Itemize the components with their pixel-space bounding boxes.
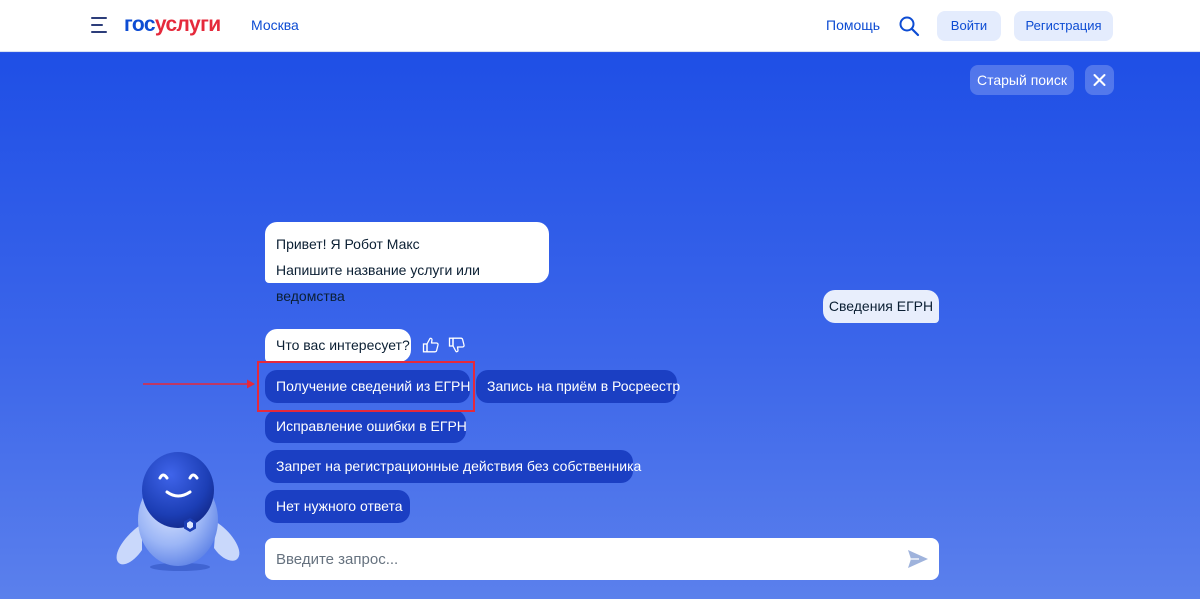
robot-avatar bbox=[116, 452, 240, 571]
option-egrn-error-fix[interactable]: Исправление ошибки в ЕГРН bbox=[265, 410, 467, 443]
close-button[interactable] bbox=[1085, 65, 1114, 95]
close-icon bbox=[1093, 74, 1106, 86]
query-input-box bbox=[265, 538, 939, 580]
menu-icon[interactable] bbox=[91, 17, 109, 33]
arrow-annotation bbox=[143, 379, 255, 389]
option-no-answer[interactable]: Нет нужного ответа bbox=[265, 490, 410, 523]
bot-greeting-line2: Напишите название услуги или ведомства bbox=[276, 262, 480, 304]
bot-greeting-line1: Привет! Я Робот Макс bbox=[276, 236, 420, 252]
option-registration-ban[interactable]: Запрет на регистрационные действия без с… bbox=[265, 450, 641, 483]
gosuslugi-logo[interactable]: госуслуги bbox=[124, 11, 221, 39]
thumbs-up-icon[interactable] bbox=[422, 336, 440, 354]
old-search-button[interactable]: Старый поиск bbox=[970, 65, 1074, 95]
chat-area: Старый поиск Привет! Я Робот Макс Напиши… bbox=[0, 53, 1200, 599]
register-button[interactable]: Регистрация bbox=[1014, 11, 1113, 41]
query-input[interactable] bbox=[265, 538, 885, 580]
search-icon[interactable] bbox=[898, 15, 920, 37]
thumbs-down-icon[interactable] bbox=[448, 336, 466, 354]
login-button[interactable]: Войти bbox=[937, 11, 1001, 41]
help-link[interactable]: Помощь bbox=[826, 17, 880, 33]
option-rosreestr-appointment[interactable]: Запись на приём в Росреестр bbox=[476, 370, 680, 403]
site-header: госуслуги Москва Помощь Войти Регистраци… bbox=[0, 0, 1200, 52]
user-message: Сведения ЕГРН bbox=[823, 290, 939, 323]
city-selector[interactable]: Москва bbox=[251, 17, 299, 33]
bot-question-message: Что вас интересует? bbox=[265, 329, 411, 362]
bot-greeting-message: Привет! Я Робот Макс Напишите название у… bbox=[265, 222, 549, 304]
highlight-box bbox=[257, 361, 475, 412]
send-icon[interactable] bbox=[907, 549, 929, 569]
